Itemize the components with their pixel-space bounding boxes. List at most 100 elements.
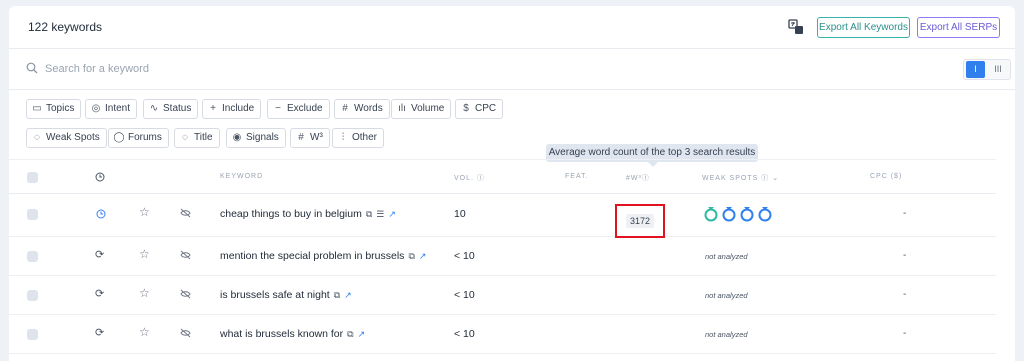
filter-include-button[interactable]: + Include — [202, 99, 262, 119]
row-checkbox[interactable] — [27, 209, 38, 220]
filter-label: CPC — [475, 103, 497, 114]
filter-topics-button[interactable]: ▭ Topics — [26, 99, 82, 119]
filter-label: Status — [163, 103, 192, 114]
view-toggle: I III — [963, 59, 1011, 80]
row-checkbox[interactable] — [27, 251, 38, 262]
hash-w3-icon: # — [298, 132, 304, 143]
copy-icon[interactable]: ⧉ — [408, 251, 414, 261]
filter-label: Topics — [46, 103, 75, 114]
volume-cell: 10 — [454, 208, 466, 220]
table-row[interactable]: ⟳ ☆ mention the special problem in bruss… — [9, 237, 996, 276]
column-feat[interactable]: FEAT. — [565, 173, 589, 180]
hide-icon[interactable] — [180, 289, 191, 299]
refresh-icon[interactable]: ⟳ — [95, 248, 104, 261]
filter-volume-button[interactable]: ılı Volume — [391, 99, 452, 119]
volume-cell: < 10 — [454, 328, 475, 340]
keyword-text: mention the special problem in brussels — [220, 250, 405, 262]
chevron-down-icon: ⌄ — [772, 175, 780, 182]
filter-weak-spots-button[interactable]: ◌ Weak Spots — [26, 128, 107, 148]
filter-status-button[interactable]: ∿ Status — [143, 99, 199, 119]
column-vol[interactable]: VOL. ⓘ — [454, 173, 485, 183]
filter-label: Words — [354, 103, 383, 114]
filter-label: Volume — [411, 103, 445, 114]
info-icon: ⓘ — [641, 175, 650, 182]
external-link-icon[interactable]: ↗ — [358, 329, 366, 339]
filter-label: Intent — [105, 103, 131, 114]
external-link-icon[interactable]: ↗ — [419, 251, 427, 261]
column-weak-spots-label: WEAK SPOTS — [702, 175, 759, 182]
refresh-icon[interactable]: ⟳ — [95, 287, 104, 300]
pulse-icon: ∿ — [149, 103, 159, 114]
keyword-text: what is brussels known for — [220, 328, 344, 340]
row-checkbox[interactable] — [27, 290, 38, 301]
keyword-cell[interactable]: mention the special problem in brussels ⧉… — [220, 250, 426, 262]
filter-label: Signals — [246, 132, 279, 143]
info-icon: ⓘ — [761, 175, 770, 182]
view-compact-button[interactable]: I — [966, 61, 985, 78]
refresh-icon[interactable]: ⟳ — [95, 326, 104, 339]
keyword-cell[interactable]: what is brussels known for ⧉ ↗ — [220, 328, 365, 340]
column-w3-label: #W³ — [626, 175, 642, 182]
filter-cpc-button[interactable]: $ CPC — [455, 99, 504, 119]
filter-title-button[interactable]: ◌ Title — [174, 128, 220, 148]
weak-spots-status: not analyzed — [705, 291, 748, 300]
translate-icon[interactable] — [788, 19, 804, 35]
star-icon[interactable]: ☆ — [139, 286, 150, 300]
copy-icon[interactable]: ⧉ — [334, 290, 340, 300]
map-icon: ▭ — [32, 103, 42, 114]
keywords-panel: 122 keywords Export All Keywords Export … — [9, 6, 1015, 361]
filter-signals-button[interactable]: ◉ Signals — [226, 128, 286, 148]
export-all-keywords-button[interactable]: Export All Keywords — [817, 17, 910, 38]
select-all-checkbox[interactable] — [27, 172, 38, 183]
volume-cell: < 10 — [454, 250, 475, 262]
star-icon[interactable]: ☆ — [139, 325, 150, 339]
column-keyword[interactable]: KEYWORD — [220, 173, 263, 180]
star-icon[interactable]: ☆ — [139, 205, 150, 219]
clock-icon[interactable] — [96, 209, 106, 219]
keyword-cell[interactable]: cheap things to buy in belgium ⧉ ☰ ↗ — [220, 208, 396, 220]
sliders-icon: ⫶ — [341, 132, 345, 143]
page-title: 122 keywords — [28, 20, 103, 34]
table-row[interactable]: ⟳ ☆ is brussels safe at night ⧉ ↗ < 10 not… — [9, 276, 996, 315]
filter-label: Exclude — [287, 103, 323, 114]
filter-words-button[interactable]: # Words — [334, 99, 390, 119]
minus-icon: − — [275, 103, 281, 114]
table-row[interactable]: ⟳ ☆ what is brussels known for ⧉ ↗ < 10 no… — [9, 315, 996, 354]
filter-other-button[interactable]: ⫶ Other — [332, 128, 385, 148]
table-header: KEYWORD VOL. ⓘ FEAT. #W³ⓘ WEAK SPOTS ⓘ ⌄… — [9, 159, 996, 194]
column-w3[interactable]: #W³ⓘ — [626, 173, 650, 183]
row-checkbox[interactable] — [27, 329, 38, 340]
keyword-text: is brussels safe at night — [220, 289, 330, 301]
hide-icon[interactable] — [180, 250, 191, 260]
info-icon: ⓘ — [476, 175, 485, 182]
table-row[interactable]: ☆ cheap things to buy in belgium ⧉ ☰ ↗ 10 - — [9, 195, 996, 237]
cpc-cell: - — [903, 250, 907, 261]
external-link-icon[interactable]: ↗ — [388, 209, 396, 219]
copy-icon[interactable]: ⧉ — [366, 209, 372, 219]
weak-spots-icons[interactable] — [702, 203, 780, 223]
filter-forums-button[interactable]: ◯ Forums — [108, 128, 169, 148]
column-weak-spots[interactable]: WEAK SPOTS ⓘ ⌄ — [702, 173, 779, 183]
filter-w3-button[interactable]: # W³ — [290, 128, 330, 148]
external-link-icon[interactable]: ↗ — [344, 290, 352, 300]
export-all-serps-button[interactable]: Export All SERPs — [917, 17, 1000, 38]
copy-icon[interactable]: ⧉ — [347, 329, 353, 339]
keyword-text: cheap things to buy in belgium — [220, 208, 362, 220]
column-cpc[interactable]: CPC ($) — [870, 173, 902, 180]
list-icon[interactable]: ☰ — [376, 209, 384, 219]
keyword-cell[interactable]: is brussels safe at night ⧉ ↗ — [220, 289, 352, 301]
w3-highlight-box: 3172 — [615, 204, 665, 238]
hide-icon[interactable] — [180, 328, 191, 338]
filter-exclude-button[interactable]: − Exclude — [267, 99, 330, 119]
star-icon[interactable]: ☆ — [139, 247, 150, 261]
filter-label: Other — [352, 132, 378, 143]
filter-label: Weak Spots — [46, 132, 100, 143]
hide-icon[interactable] — [180, 208, 191, 218]
clock-icon[interactable] — [95, 172, 105, 182]
filter-intent-button[interactable]: ◎ Intent — [85, 99, 138, 119]
view-columns-button[interactable]: III — [990, 61, 1006, 78]
target-icon: ◎ — [91, 103, 101, 114]
search-icon — [26, 62, 38, 74]
panel-header: 122 keywords Export All Keywords Export … — [9, 6, 1015, 49]
search-input[interactable] — [45, 60, 545, 78]
